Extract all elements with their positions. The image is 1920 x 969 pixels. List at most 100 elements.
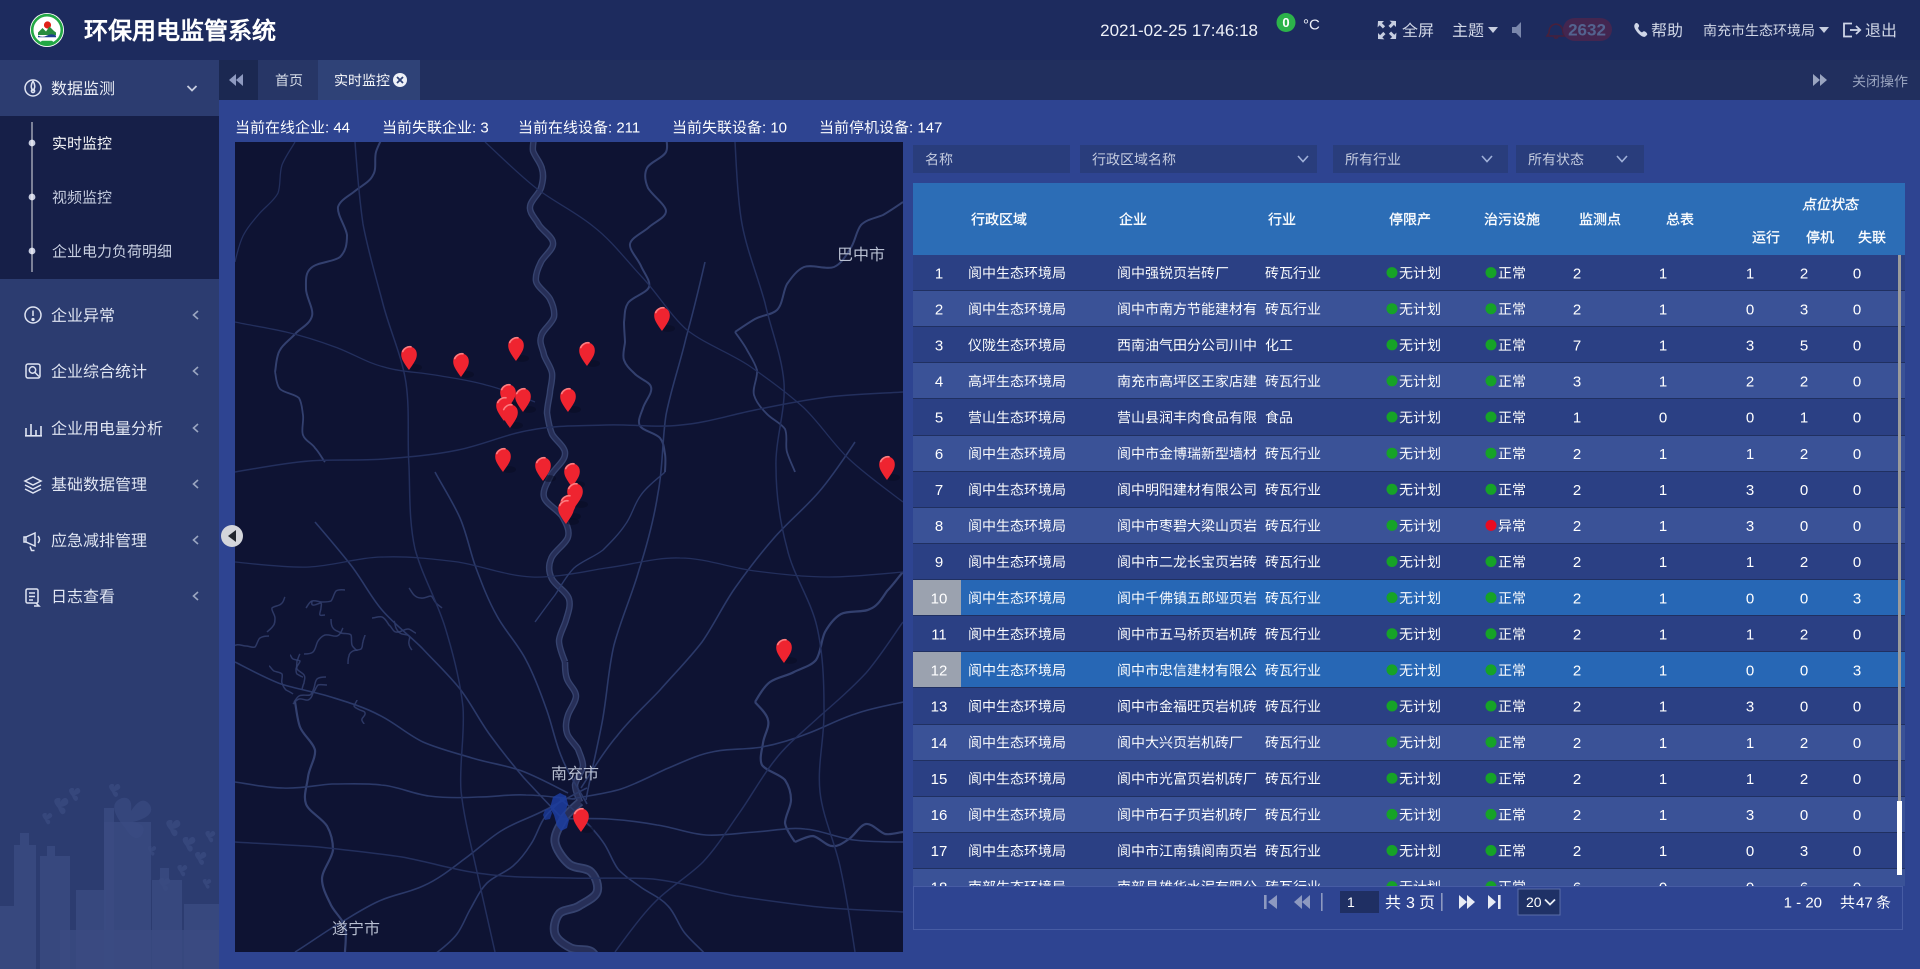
svg-text:°C: °C [1303, 16, 1320, 33]
svg-text:8: 8 [935, 518, 943, 535]
svg-text:3: 3 [1746, 518, 1754, 535]
svg-text:47: 47 [1856, 895, 1873, 912]
svg-text:0: 0 [1746, 843, 1754, 860]
svg-text:2: 2 [1800, 446, 1808, 463]
svg-text:1: 1 [1659, 518, 1667, 535]
svg-text:2632: 2632 [1568, 21, 1606, 40]
svg-text:2: 2 [1746, 374, 1754, 391]
svg-text:0: 0 [1746, 590, 1754, 607]
svg-text:5: 5 [935, 410, 943, 427]
svg-text:2: 2 [1573, 843, 1581, 860]
svg-text:0: 0 [1659, 410, 1667, 427]
svg-text:2: 2 [1800, 554, 1808, 571]
svg-text:1: 1 [1746, 554, 1754, 571]
svg-text:10: 10 [931, 590, 948, 607]
svg-text:2: 2 [1800, 627, 1808, 644]
svg-text:7: 7 [1573, 338, 1581, 355]
svg-text:1: 1 [1746, 627, 1754, 644]
svg-text:2: 2 [1573, 699, 1581, 716]
svg-text:1: 1 [1659, 663, 1667, 680]
svg-text:2: 2 [1573, 518, 1581, 535]
svg-text:3: 3 [1746, 338, 1754, 355]
svg-text:3: 3 [1746, 807, 1754, 824]
svg-text:0: 0 [1853, 735, 1861, 752]
svg-text:1: 1 [1800, 410, 1808, 427]
svg-text:9: 9 [935, 554, 943, 571]
svg-text:1: 1 [1659, 771, 1667, 788]
svg-text:1: 1 [1347, 894, 1355, 910]
svg-text:2: 2 [1800, 735, 1808, 752]
svg-text:2: 2 [1573, 771, 1581, 788]
svg-text:0: 0 [1746, 879, 1754, 896]
svg-text:0: 0 [1746, 301, 1754, 318]
svg-text:5: 5 [1800, 338, 1808, 355]
svg-text:0: 0 [1853, 554, 1861, 571]
svg-text:0: 0 [1800, 590, 1808, 607]
svg-text:2: 2 [1573, 482, 1581, 499]
svg-text:2: 2 [1573, 301, 1581, 318]
svg-text:2: 2 [1573, 446, 1581, 463]
svg-text:2: 2 [1573, 663, 1581, 680]
svg-text:13: 13 [931, 699, 948, 716]
svg-text:6: 6 [935, 446, 943, 463]
svg-text:2: 2 [1800, 374, 1808, 391]
svg-text:17: 17 [931, 843, 948, 860]
svg-text:0: 0 [1853, 771, 1861, 788]
svg-text:: 44: : 44 [325, 120, 350, 137]
svg-text:1: 1 [935, 265, 943, 282]
svg-text:1: 1 [1659, 301, 1667, 318]
svg-text:11: 11 [931, 627, 947, 644]
svg-text:3: 3 [1853, 590, 1861, 607]
svg-text:0: 0 [1800, 807, 1808, 824]
svg-text:20: 20 [1526, 894, 1542, 910]
svg-text:: 3: : 3 [472, 120, 489, 137]
svg-text:0: 0 [1746, 410, 1754, 427]
svg-text:1: 1 [1659, 482, 1667, 499]
svg-text:0: 0 [1800, 699, 1808, 716]
svg-text:14: 14 [931, 735, 948, 752]
svg-text:1: 1 [1746, 771, 1754, 788]
svg-text:6: 6 [1573, 879, 1581, 896]
svg-text:1: 1 [1746, 265, 1754, 282]
svg-text:0: 0 [1800, 663, 1808, 680]
svg-text:0: 0 [1853, 627, 1861, 644]
svg-text:7: 7 [935, 482, 943, 499]
svg-text:1: 1 [1659, 590, 1667, 607]
svg-text:18: 18 [931, 879, 948, 896]
svg-text:3: 3 [1573, 374, 1581, 391]
svg-text:3: 3 [935, 338, 943, 355]
svg-text:2: 2 [1573, 590, 1581, 607]
svg-text:0: 0 [1800, 518, 1808, 535]
svg-text:3: 3 [1853, 663, 1861, 680]
svg-text:2: 2 [1800, 265, 1808, 282]
svg-text:1: 1 [1659, 843, 1667, 860]
svg-text:1: 1 [1573, 410, 1581, 427]
svg-text:: 211: : 211 [608, 120, 640, 137]
svg-text:1: 1 [1659, 265, 1667, 282]
svg-text:2: 2 [1573, 807, 1581, 824]
svg-text:2: 2 [1573, 265, 1581, 282]
svg-text:3: 3 [1746, 482, 1754, 499]
svg-text:3: 3 [1800, 843, 1808, 860]
svg-text:0: 0 [1853, 843, 1861, 860]
svg-text:3: 3 [1406, 895, 1415, 912]
svg-text:1: 1 [1659, 627, 1667, 644]
svg-text:: 147: : 147 [909, 120, 942, 137]
svg-text:0: 0 [1853, 518, 1861, 535]
svg-text:0: 0 [1853, 482, 1861, 499]
svg-text:0: 0 [1800, 482, 1808, 499]
svg-text:0: 0 [1853, 374, 1861, 391]
svg-text:1: 1 [1659, 699, 1667, 716]
svg-text:3: 3 [1800, 301, 1808, 318]
svg-text:1: 1 [1659, 807, 1667, 824]
svg-text:1: 1 [1659, 446, 1667, 463]
svg-text:0: 0 [1659, 879, 1667, 896]
svg-text:1: 1 [1746, 446, 1754, 463]
svg-text:1: 1 [1659, 374, 1667, 391]
svg-text:1: 1 [1659, 554, 1667, 571]
svg-text:: 10: : 10 [762, 120, 787, 137]
svg-text:1: 1 [1659, 735, 1667, 752]
svg-text:2: 2 [1573, 735, 1581, 752]
svg-text:2021-02-25 17:46:18: 2021-02-25 17:46:18 [1100, 21, 1258, 40]
svg-text:0: 0 [1853, 265, 1861, 282]
